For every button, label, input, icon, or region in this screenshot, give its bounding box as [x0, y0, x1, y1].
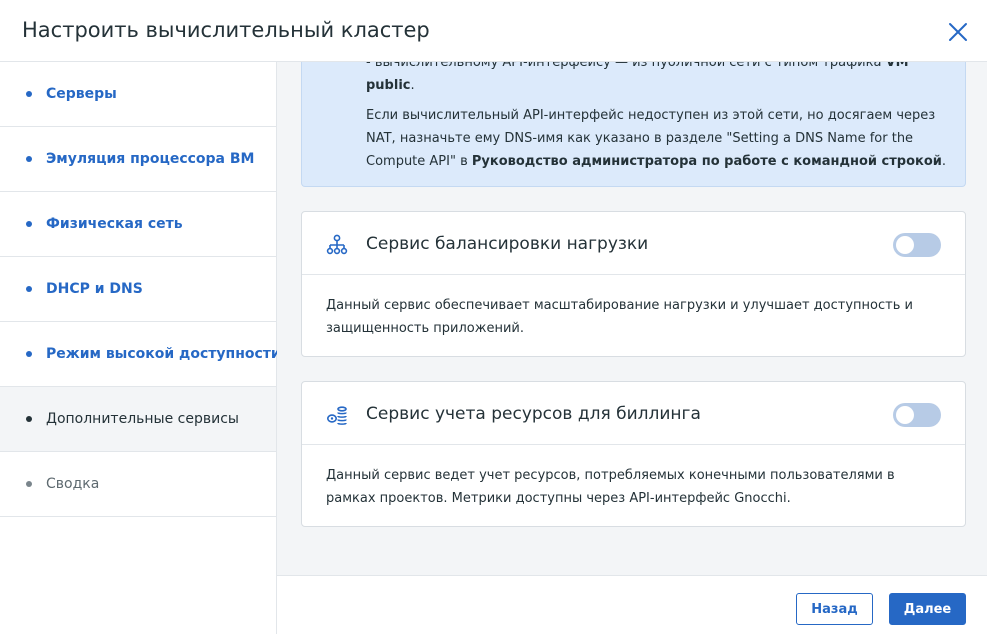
sidebar-item-label: Физическая сеть [46, 216, 183, 232]
info-line-1: - вычислительному API-интерфейсу — из пу… [366, 62, 909, 93]
sidebar-item-additional-services[interactable]: Дополнительные сервисы [0, 387, 276, 452]
billing-coins-icon [326, 404, 348, 426]
billing-toggle[interactable] [893, 403, 941, 427]
sidebar-item-label: DHCP и DNS [46, 281, 143, 297]
step-dot-icon [26, 351, 32, 357]
card-description: Данный сервис ведет учет ресурсов, потре… [326, 468, 895, 506]
sidebar-item-cpu-emulation[interactable]: Эмуляция процессора ВМ [0, 127, 276, 192]
sidebar-item-servers[interactable]: Серверы [0, 62, 276, 127]
sidebar-item-dhcp-dns[interactable]: DHCP и DNS [0, 257, 276, 322]
sidebar-item-label: Эмуляция процессора ВМ [46, 151, 255, 167]
content-area[interactable]: - вычислительному API-интерфейсу — из пу… [277, 62, 987, 575]
toggle-knob [896, 236, 914, 254]
sidebar-item-physical-network[interactable]: Физическая сеть [0, 192, 276, 257]
next-button[interactable]: Далее [889, 593, 966, 625]
sidebar-item-label: Режим высокой доступности [46, 346, 281, 362]
sidebar-item-label: Сводка [46, 476, 100, 492]
load-balancer-toggle[interactable] [893, 233, 941, 257]
step-dot-icon [26, 416, 32, 422]
load-balancer-card: Сервис балансировки нагрузки Данный серв… [301, 211, 966, 357]
dialog-title: Настроить вычислительный кластер [22, 18, 430, 42]
toggle-knob [896, 406, 914, 424]
step-dot-icon [26, 156, 32, 162]
load-balancer-icon [326, 234, 348, 256]
sidebar-item-label: Дополнительные сервисы [46, 411, 239, 427]
step-dot-icon [26, 221, 32, 227]
card-header: Сервис учета ресурсов для биллинга [302, 382, 965, 445]
step-dot-icon [26, 91, 32, 97]
close-icon[interactable] [946, 20, 970, 44]
billing-card: Сервис учета ресурсов для биллинга Данны… [301, 381, 966, 527]
card-title: Сервис балансировки нагрузки [366, 234, 649, 254]
step-dot-icon [26, 286, 32, 292]
card-header: Сервис балансировки нагрузки [302, 212, 965, 275]
admin-guide-reference: Руководство администратора по работе с к… [471, 154, 942, 169]
sidebar-item-label: Серверы [46, 86, 117, 102]
back-button[interactable]: Назад [796, 593, 873, 625]
sidebar-item-high-availability[interactable]: Режим высокой доступности [0, 322, 281, 387]
step-dot-icon [26, 481, 32, 487]
sidebar-item-summary[interactable]: Сводка [0, 452, 276, 517]
card-description: Данный сервис обеспечивает масштабирован… [326, 298, 913, 336]
card-title: Сервис учета ресурсов для биллинга [366, 404, 701, 424]
dialog-footer: Назад Далее [277, 575, 987, 634]
info-paragraph-2: Если вычислительный API-интерфейс недост… [366, 108, 947, 169]
wizard-steps-sidebar: Серверы Эмуляция процессора ВМ Физическа… [0, 62, 281, 634]
info-box: - вычислительному API-интерфейсу — из пу… [301, 62, 966, 187]
dialog-header: Настроить вычислительный кластер [0, 0, 987, 62]
